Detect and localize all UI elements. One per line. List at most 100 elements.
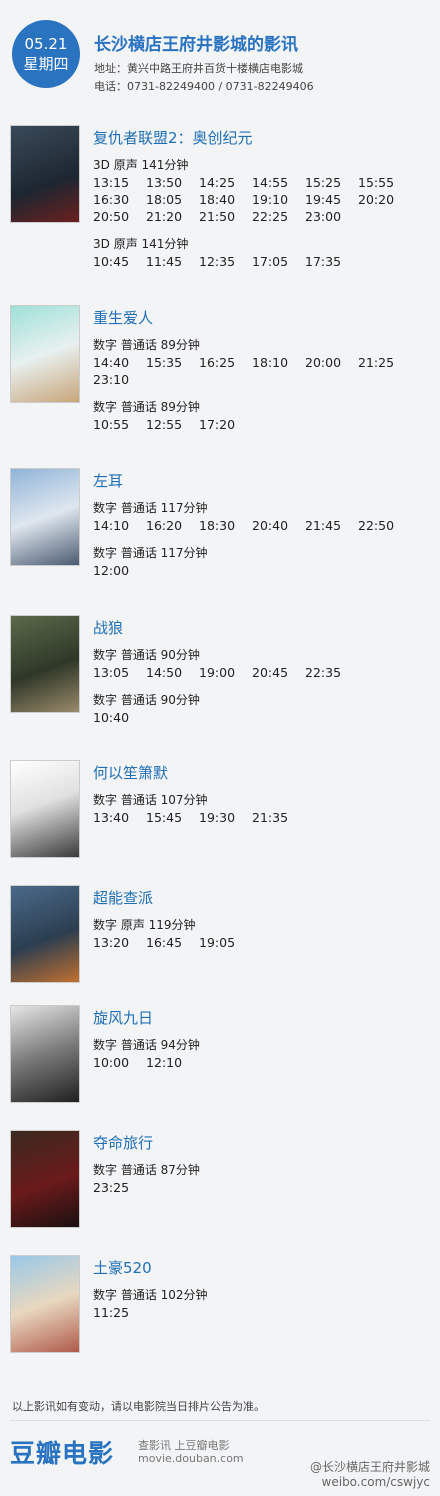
showtime[interactable]: 19:05	[199, 934, 252, 951]
showtime[interactable]: 23:10	[93, 371, 146, 388]
showtime[interactable]: 10:40	[93, 709, 146, 726]
showtime[interactable]: 20:50	[93, 208, 146, 225]
showtime[interactable]: 10:55	[93, 416, 146, 433]
movie-title[interactable]: 战狼	[93, 617, 123, 638]
movie-title[interactable]: 土豪520	[93, 1257, 152, 1278]
movie-poster[interactable]	[10, 1255, 80, 1353]
showtime[interactable]: 17:05	[252, 253, 305, 270]
showtime[interactable]: 11:45	[146, 253, 199, 270]
showtime[interactable]: 13:20	[93, 934, 146, 951]
showtime[interactable]: 16:20	[146, 517, 199, 534]
session-group: 数字 普通话 117分钟 14:10 16:20 18:30 20:40 21:45 22:…	[93, 500, 411, 534]
douban-links[interactable]: 查影讯 上豆瓣电影	[138, 1437, 230, 1453]
session-info: 数字 普通话 87分钟	[93, 1163, 200, 1177]
movie-poster[interactable]	[10, 760, 80, 858]
movie-title[interactable]: 重生爱人	[93, 307, 153, 328]
showtime[interactable]: 20:40	[252, 517, 305, 534]
movie-title[interactable]: 何以笙箫默	[93, 762, 168, 783]
showtime[interactable]: 20:00	[305, 354, 358, 371]
movie-title[interactable]: 复仇者联盟2：奥创纪元	[93, 127, 253, 148]
footer-divider	[10, 1420, 430, 1421]
showtime[interactable]: 23:00	[305, 208, 358, 225]
showtime[interactable]: 22:25	[252, 208, 305, 225]
showtime[interactable]: 15:35	[146, 354, 199, 371]
showtime[interactable]: 12:35	[199, 253, 252, 270]
douban-url[interactable]: movie.douban.com	[138, 1452, 244, 1465]
showtime[interactable]: 16:30	[93, 191, 146, 208]
movie-poster[interactable]	[10, 1005, 80, 1103]
showtime[interactable]: 19:30	[199, 809, 252, 826]
cinema-name: 长沙横店王府井影城的影讯	[94, 35, 298, 55]
movie-poster[interactable]	[10, 615, 80, 713]
movie-poster[interactable]	[10, 885, 80, 983]
showtime[interactable]: 14:55	[252, 174, 305, 191]
showtime[interactable]: 13:50	[146, 174, 199, 191]
showtime[interactable]: 18:40	[199, 191, 252, 208]
weibo-name: @长沙横店王府井影城	[309, 1460, 430, 1474]
cinema-address: 地址：黄兴中路王府井百货十楼横店电影城	[94, 62, 303, 75]
showtime-list: 13:40 15:45 19:30 21:35	[93, 809, 411, 826]
showtime[interactable]: 22:35	[305, 664, 358, 681]
session-info: 数字 普通话 117分钟	[93, 501, 208, 515]
showtime[interactable]: 12:55	[146, 416, 199, 433]
showtime[interactable]: 19:45	[305, 191, 358, 208]
showtime[interactable]: 20:45	[252, 664, 305, 681]
session-group: 数字 普通话 90分钟 10:40	[93, 692, 411, 726]
movie-poster[interactable]	[10, 125, 80, 223]
douban-logo[interactable]: 豆瓣电影	[10, 1434, 114, 1470]
showtime[interactable]: 14:40	[93, 354, 146, 371]
session-info: 3D 原声 141分钟	[93, 158, 189, 172]
session-group: 数字 普通话 102分钟 11:25	[93, 1287, 411, 1321]
showtime[interactable]: 21:25	[358, 354, 411, 371]
showtime[interactable]: 11:25	[93, 1304, 146, 1321]
showtime[interactable]: 15:25	[305, 174, 358, 191]
session-info: 数字 普通话 117分钟	[93, 546, 208, 560]
showtime[interactable]: 14:50	[146, 664, 199, 681]
session-info: 数字 普通话 107分钟	[93, 793, 208, 807]
showtime[interactable]: 20:20	[358, 191, 411, 208]
showtime[interactable]: 21:35	[252, 809, 305, 826]
footer-note: 以上影讯如有变动，请以电影院当日排片公告为准。	[12, 1400, 265, 1413]
showtime[interactable]: 18:30	[199, 517, 252, 534]
showtime[interactable]: 21:45	[305, 517, 358, 534]
showtime[interactable]: 23:25	[93, 1179, 146, 1196]
session-info: 3D 原声 141分钟	[93, 237, 189, 251]
movie-poster[interactable]	[10, 468, 80, 566]
showtime[interactable]: 12:00	[93, 562, 146, 579]
showtime[interactable]: 21:20	[146, 208, 199, 225]
showtime[interactable]: 15:55	[358, 174, 411, 191]
showtime[interactable]: 13:05	[93, 664, 146, 681]
showtime[interactable]: 18:10	[252, 354, 305, 371]
session-group: 3D 原声 141分钟 13:15 13:50 14:25 14:55 15:25 15:5…	[93, 157, 411, 225]
showtime[interactable]: 21:50	[199, 208, 252, 225]
movie-title[interactable]: 左耳	[93, 470, 123, 491]
showtime-list: 14:10 16:20 18:30 20:40 21:45 22:50	[93, 517, 411, 534]
movie-poster[interactable]	[10, 305, 80, 403]
movie-title[interactable]: 旋风九日	[93, 1007, 153, 1028]
showtime-list: 13:20 16:45 19:05	[93, 934, 411, 951]
movie-title[interactable]: 夺命旅行	[93, 1132, 153, 1153]
date-text: 05.21	[24, 35, 68, 53]
showtime[interactable]: 10:00	[93, 1054, 146, 1071]
movie-poster[interactable]	[10, 1130, 80, 1228]
weibo-credit[interactable]: @长沙横店王府井影城 weibo.com/cswjyc	[310, 1458, 430, 1489]
session-group: 数字 普通话 87分钟 23:25	[93, 1162, 411, 1196]
showtime[interactable]: 22:50	[358, 517, 411, 534]
showtime[interactable]: 18:05	[146, 191, 199, 208]
showtime[interactable]: 14:25	[199, 174, 252, 191]
showtime[interactable]: 13:40	[93, 809, 146, 826]
showtime[interactable]: 17:35	[305, 253, 358, 270]
movie-title[interactable]: 超能查派	[93, 887, 153, 908]
date-badge: 05.21 星期四	[12, 20, 80, 88]
showtime[interactable]: 13:15	[93, 174, 146, 191]
showtime[interactable]: 16:25	[199, 354, 252, 371]
showtime[interactable]: 16:45	[146, 934, 199, 951]
showtime[interactable]: 12:10	[146, 1054, 199, 1071]
showtime-list: 10:00 12:10	[93, 1054, 411, 1071]
showtime[interactable]: 19:00	[199, 664, 252, 681]
showtime[interactable]: 19:10	[252, 191, 305, 208]
showtime[interactable]: 10:45	[93, 253, 146, 270]
showtime[interactable]: 14:10	[93, 517, 146, 534]
showtime[interactable]: 17:20	[199, 416, 252, 433]
showtime[interactable]: 15:45	[146, 809, 199, 826]
